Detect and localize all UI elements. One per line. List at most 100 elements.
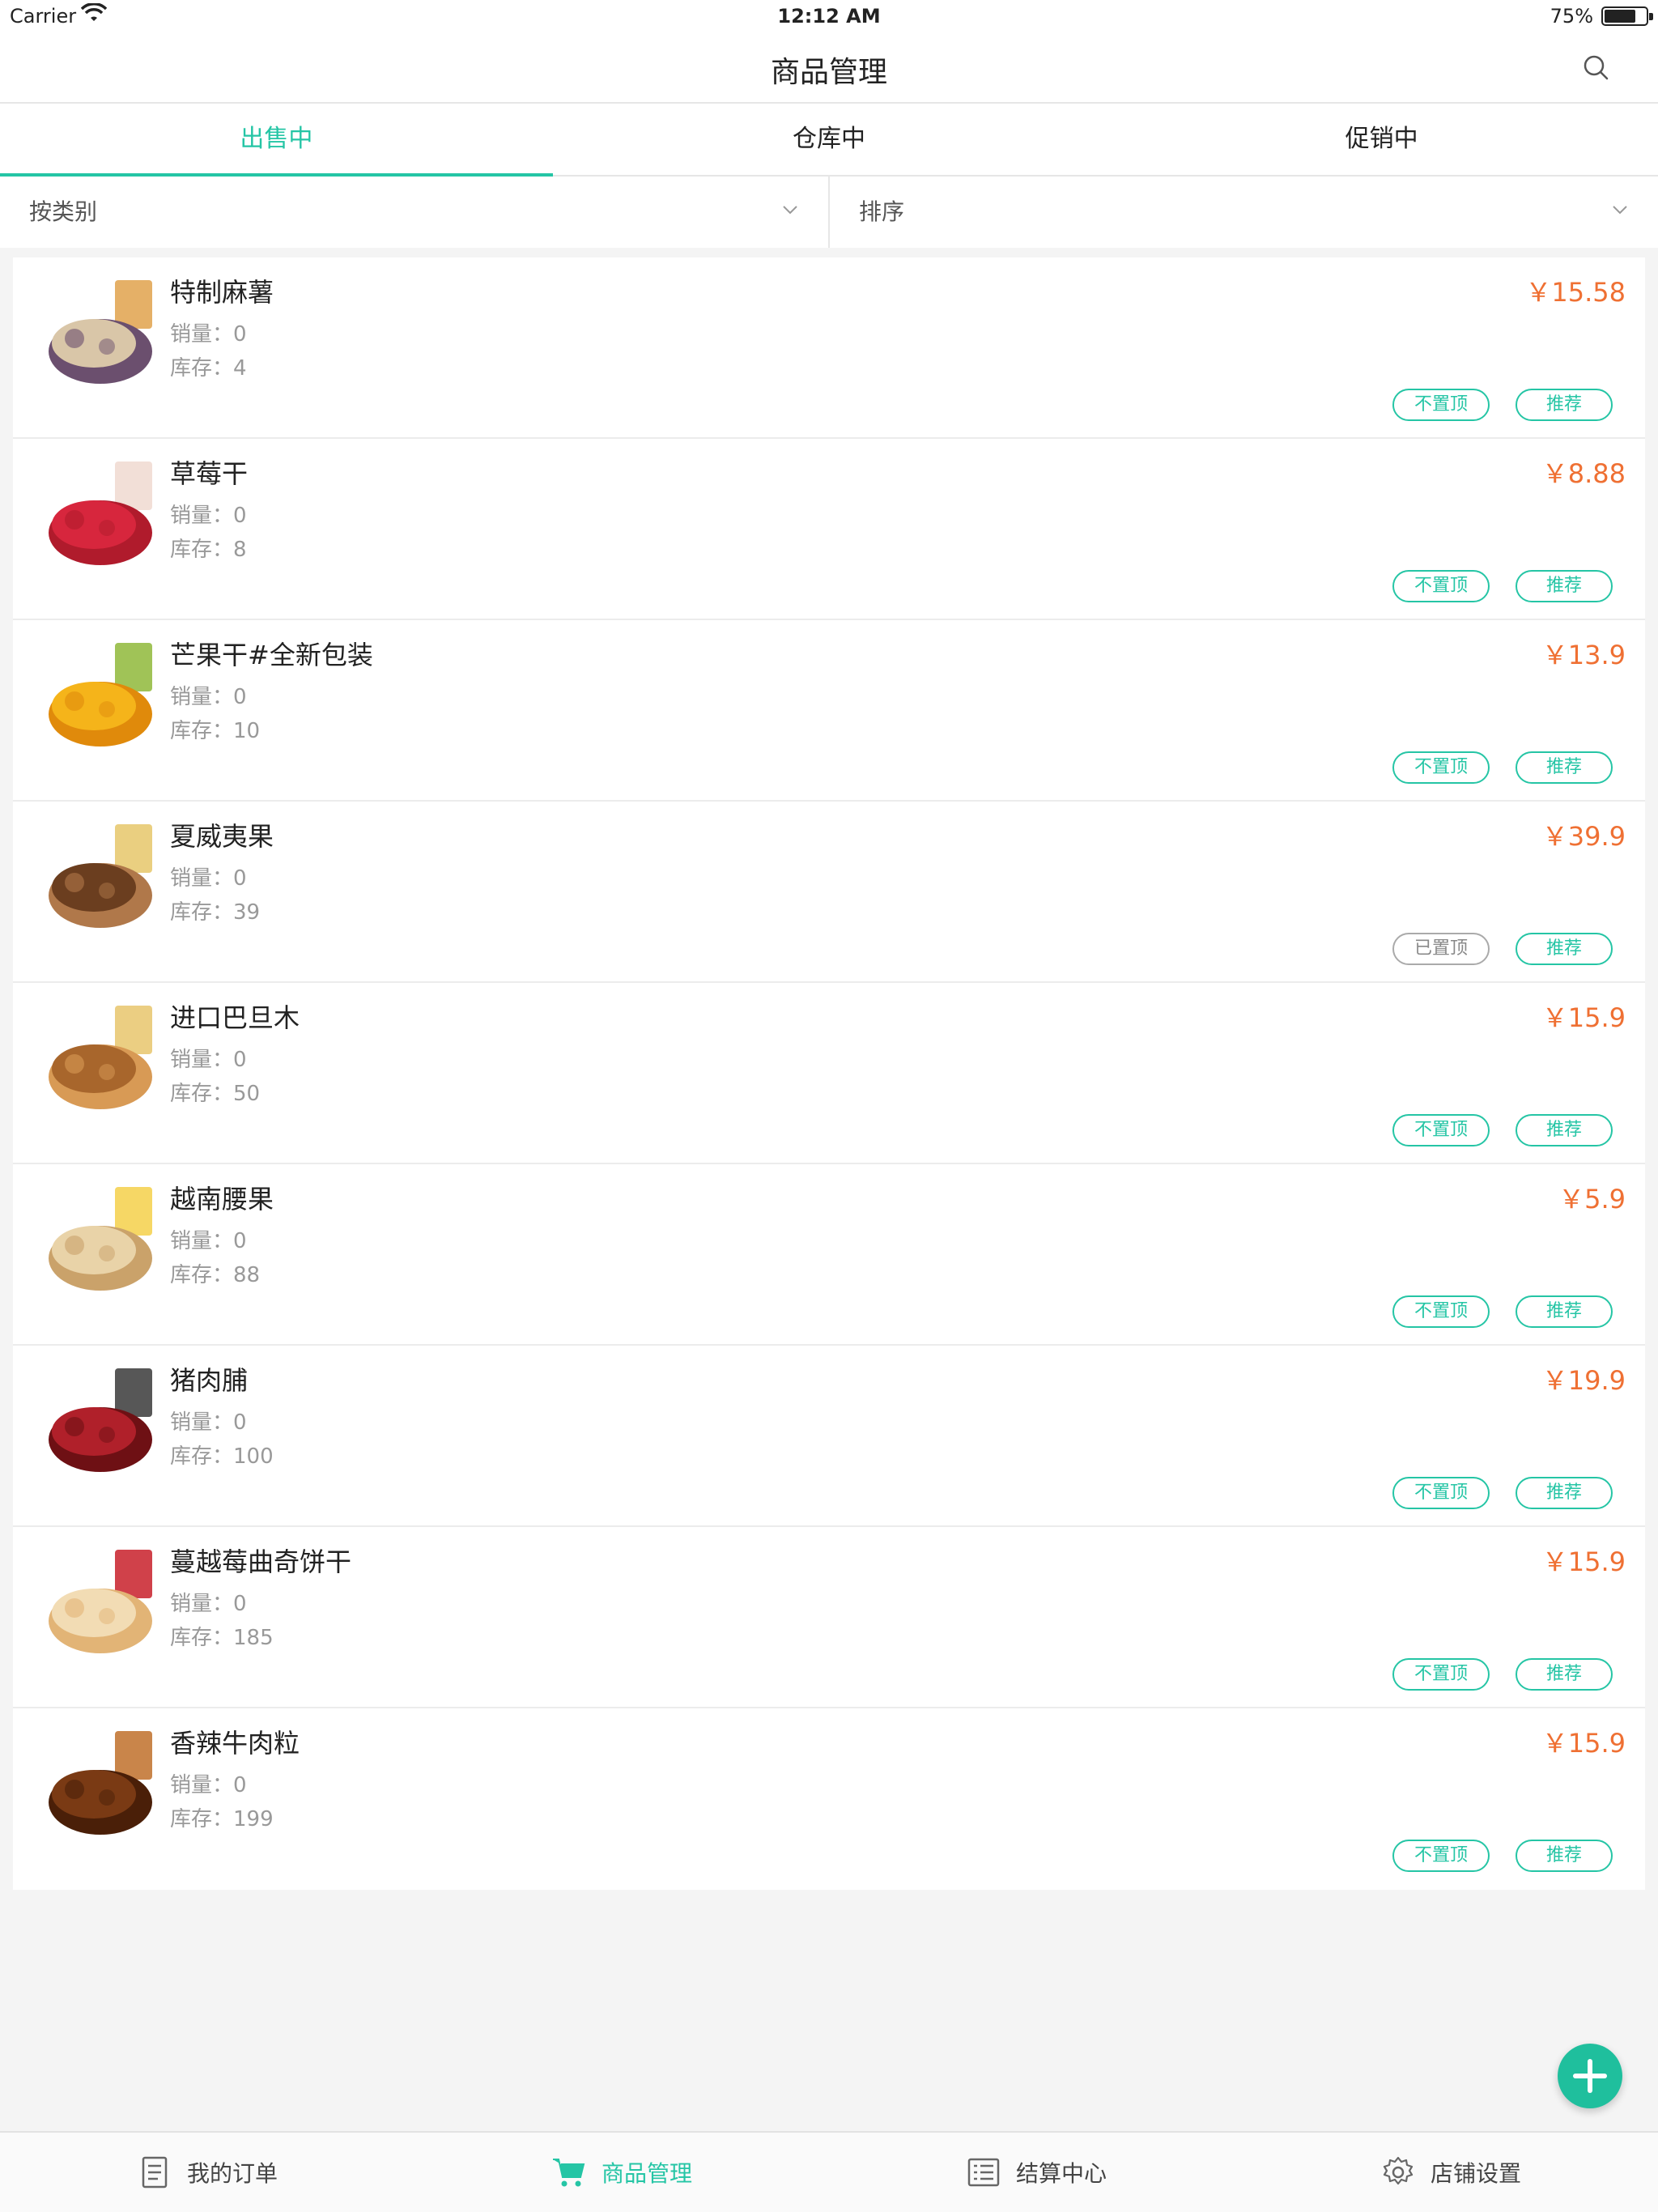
product-row[interactable]: 越南腰果销量：0 库存：88 ￥5.9 不置顶 推荐	[13, 1164, 1645, 1346]
product-stock: 库存：8	[170, 538, 247, 562]
nav-bar: 商品管理	[0, 32, 1658, 104]
pin-toggle-button[interactable]: 不置顶	[1392, 1477, 1490, 1509]
product-sales: 销量：0	[170, 1410, 247, 1435]
tabbar-label-store-settings: 店铺设置	[1430, 2160, 1521, 2187]
recommend-button[interactable]: 推荐	[1516, 1840, 1613, 1872]
recommend-button[interactable]: 推荐	[1516, 1114, 1613, 1146]
product-price: ￥5.9	[1558, 1184, 1626, 1214]
product-thumbnail	[42, 1179, 164, 1300]
chevron-down-icon	[783, 206, 797, 215]
product-thumbnail	[42, 272, 164, 393]
product-row[interactable]: 进口巴旦木 销量：0 库存：50 ￥15.9 不置顶 推荐	[13, 983, 1645, 1164]
product-stock: 库存：4	[170, 356, 247, 381]
product-list: 特制麻薯 销量：0 库存：4 ￥15.58 不置顶 推荐 草莓干 销量：0 库存：8 ￥8.88 不…	[13, 257, 1645, 1890]
tabbar-label-products: 商品管理	[601, 2160, 692, 2187]
pin-toggle-button[interactable]: 不置顶	[1392, 751, 1490, 784]
product-thumbnail	[42, 1542, 164, 1663]
cart-icon	[552, 2159, 585, 2187]
sort-filter[interactable]: 排序	[828, 177, 1658, 248]
sort-filter-label: 排序	[859, 198, 905, 225]
recommend-button[interactable]: 推荐	[1516, 1477, 1613, 1509]
clock: 12:12 AM	[777, 5, 881, 28]
bottom-tab-bar: 我的订单 商品管理 结算中心 店铺设置	[0, 2131, 1658, 2212]
tabbar-item-store-settings[interactable]: 店铺设置	[1244, 2133, 1658, 2212]
recommend-button[interactable]: 推荐	[1516, 1295, 1613, 1328]
settings-gear-icon	[1383, 2156, 1414, 2185]
product-row[interactable]: 猪肉脯销量：0 库存：100 ￥19.9 不置顶 推荐	[13, 1346, 1645, 1527]
product-name[interactable]: 猪肉脯	[170, 1360, 248, 1397]
pin-toggle-button[interactable]: 不置顶	[1392, 570, 1490, 602]
recommend-button[interactable]: 推荐	[1516, 933, 1613, 965]
filter-bar: 按类别 排序	[0, 177, 1658, 248]
product-sales: 销量：0	[170, 866, 247, 891]
product-thumbnail	[42, 998, 164, 1119]
tab-in-warehouse[interactable]: 仓库中	[553, 104, 1106, 175]
product-sales: 销量：0	[170, 685, 247, 709]
recommend-button[interactable]: 推荐	[1516, 389, 1613, 421]
chevron-down-icon	[1613, 206, 1627, 215]
product-thumbnail	[42, 816, 164, 938]
orders-icon	[142, 2156, 168, 2189]
product-row[interactable]: 特制麻薯销量：0 库存：4 ￥15.58 不置顶 推荐	[13, 257, 1645, 439]
product-name[interactable]: 夏威夷果	[170, 816, 274, 853]
search-icon[interactable]	[1580, 52, 1613, 84]
product-status-tabs: 出售中 仓库中 促销中	[0, 104, 1658, 177]
battery-icon	[1601, 6, 1653, 26]
product-thumbnail	[42, 1360, 164, 1482]
product-row[interactable]: 芒果干#全新包装销量：0 库存：10 ￥13.9 不置顶 推荐	[13, 620, 1645, 802]
product-name[interactable]: 蔓越莓曲奇饼干	[170, 1542, 351, 1579]
tabbar-label-settlement: 结算中心	[1015, 2160, 1107, 2187]
tabbar-item-orders[interactable]: 我的订单	[0, 2133, 414, 2212]
product-price: ￥13.9	[1541, 640, 1626, 670]
product-price: ￥15.58	[1525, 277, 1626, 308]
recommend-button[interactable]: 推荐	[1516, 751, 1613, 784]
product-name[interactable]: 草莓干	[170, 453, 248, 491]
product-row[interactable]: 蔓越莓曲奇饼干销量：0 库存：185 ￥15.9 不置顶 推荐	[13, 1527, 1645, 1708]
product-stock: 库存：39	[170, 900, 261, 925]
product-thumbnail	[42, 453, 164, 575]
page-title: 商品管理	[770, 56, 887, 89]
product-sales: 销量：0	[170, 1229, 247, 1253]
product-stock: 库存：10	[170, 719, 261, 743]
tab-on-promotion[interactable]: 促销中	[1105, 104, 1658, 175]
product-stock: 库存：199	[170, 1807, 274, 1831]
tabbar-item-products[interactable]: 商品管理	[414, 2133, 829, 2212]
product-row[interactable]: 香辣牛肉粒销量：0 库存：199 ￥15.9 不置顶 推荐	[13, 1708, 1645, 1890]
product-sales: 销量：0	[170, 322, 247, 347]
product-stock: 库存：88	[170, 1263, 261, 1287]
product-name[interactable]: 特制麻薯	[170, 272, 274, 309]
category-filter[interactable]: 按类别	[0, 177, 828, 248]
product-row[interactable]: 草莓干 销量：0 库存：8 ￥8.88 不置顶 推荐	[13, 439, 1645, 620]
product-stock: 库存：185	[170, 1626, 274, 1650]
product-thumbnail	[42, 1723, 164, 1844]
product-sales: 销量：0	[170, 504, 247, 528]
tabbar-label-orders: 我的订单	[186, 2160, 278, 2187]
product-name[interactable]: 芒果干#全新包装	[170, 635, 373, 672]
product-price: ￥39.9	[1541, 821, 1626, 852]
tab-on-sale[interactable]: 出售中	[0, 104, 553, 177]
product-thumbnail	[42, 635, 164, 756]
add-product-button[interactable]	[1558, 2044, 1622, 2108]
status-bar: Carrier 12:12 AM 75%	[0, 0, 1658, 32]
product-name[interactable]: 香辣牛肉粒	[170, 1723, 300, 1760]
product-row[interactable]: 夏威夷果销量：0 库存：39 ￥39.9 已置顶 推荐	[13, 802, 1645, 983]
pin-toggle-button[interactable]: 不置顶	[1392, 1295, 1490, 1328]
pin-toggle-button[interactable]: 不置顶	[1392, 1658, 1490, 1691]
pin-toggle-button[interactable]: 不置顶	[1392, 389, 1490, 421]
recommend-button[interactable]: 推荐	[1516, 570, 1613, 602]
tabbar-item-settlement[interactable]: 结算中心	[829, 2133, 1244, 2212]
pin-toggle-button[interactable]: 不置顶	[1392, 1114, 1490, 1146]
product-price: ￥15.9	[1541, 1728, 1626, 1759]
product-stock: 库存：50	[170, 1082, 261, 1106]
pin-toggle-button[interactable]: 已置顶	[1392, 933, 1490, 965]
product-price: ￥15.9	[1541, 1546, 1626, 1577]
product-sales: 销量：0	[170, 1592, 247, 1616]
product-sales: 销量：0	[170, 1773, 247, 1797]
recommend-button[interactable]: 推荐	[1516, 1658, 1613, 1691]
pin-toggle-button[interactable]: 不置顶	[1392, 1840, 1490, 1872]
product-price: ￥15.9	[1541, 1002, 1626, 1033]
product-stock: 库存：100	[170, 1444, 274, 1469]
product-name[interactable]: 进口巴旦木	[170, 998, 300, 1035]
product-price: ￥19.9	[1541, 1365, 1626, 1396]
product-name[interactable]: 越南腰果	[170, 1179, 274, 1216]
